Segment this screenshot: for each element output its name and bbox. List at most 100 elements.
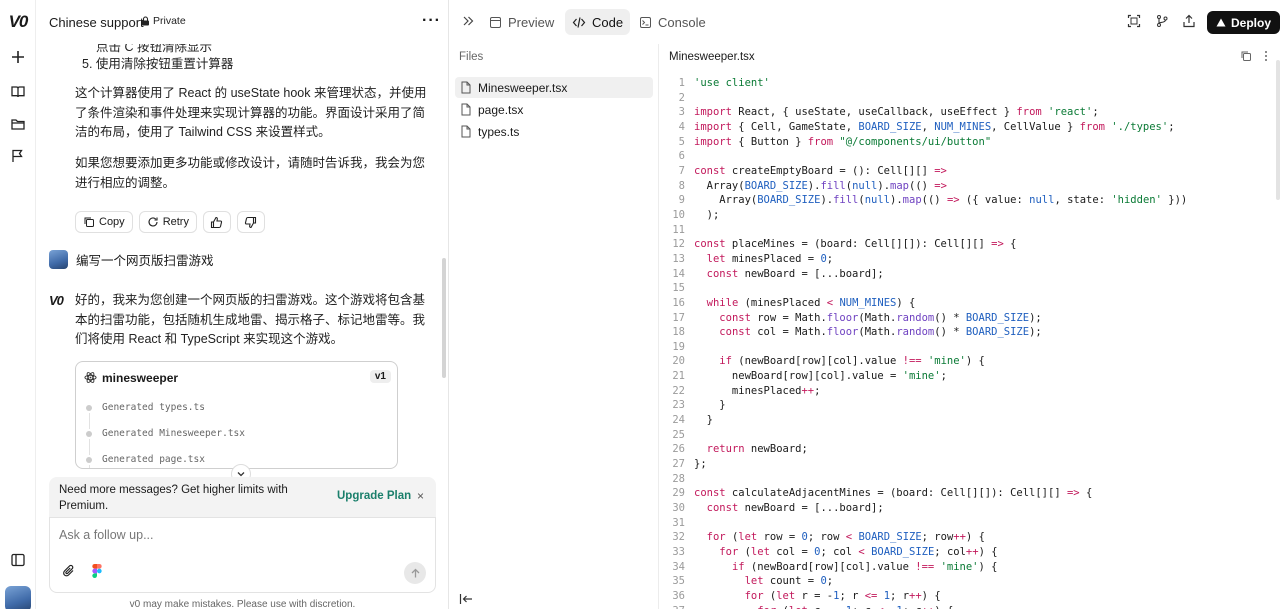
git-branch-icon[interactable] — [1155, 14, 1169, 31]
line-number: 6 — [678, 150, 685, 163]
line-number: 20 — [672, 355, 685, 368]
figma-icon[interactable] — [92, 564, 102, 581]
tab-console-label: Console — [658, 14, 706, 30]
v0-logo[interactable]: V0 — [4, 12, 32, 32]
code-text: const newBoard = [...board]; — [706, 267, 884, 280]
line-number: 18 — [672, 326, 685, 339]
code-line: 22 minesPlaced++; — [660, 384, 1187, 399]
thumbs-up-icon — [211, 216, 223, 228]
copy-label: Copy — [99, 216, 125, 228]
thumbs-down-button[interactable] — [236, 211, 265, 233]
terminal-icon — [640, 16, 651, 28]
line-number: 33 — [672, 546, 685, 558]
code-line: 28 — [660, 472, 1187, 487]
file-item-types[interactable]: types.ts — [455, 121, 653, 142]
tab-preview-label: Preview — [508, 14, 555, 30]
paperclip-icon[interactable] — [62, 564, 76, 581]
line-number: 10 — [672, 208, 685, 221]
tab-code[interactable]: Code — [565, 9, 631, 35]
code-text: const placeMines = (board: Cell[][]): Ce… — [694, 238, 1017, 251]
retry-label: Retry — [162, 216, 189, 228]
copy-button[interactable]: Copy — [75, 211, 133, 233]
thumbs-up-button[interactable] — [202, 211, 231, 233]
code-line: 14 const newBoard = [...board]; — [660, 267, 1187, 282]
code-line: 35 let count = 0; — [660, 574, 1187, 589]
file-explorer: Files Minesweeper.tsx page.tsx types.ts — [449, 44, 659, 609]
retry-button[interactable]: Retry — [138, 211, 197, 233]
flag-icon[interactable] — [6, 144, 30, 168]
sidebar-icon[interactable] — [6, 548, 30, 572]
line-number: 12 — [672, 238, 685, 251]
file-item-minesweeper[interactable]: Minesweeper.tsx — [455, 77, 653, 98]
user-avatar[interactable] — [5, 586, 31, 609]
user-message: 编写一个网页版扫雷游戏 — [76, 254, 214, 268]
generation-card[interactable]: minesweeper v1 Generated types.ts Genera… — [75, 361, 398, 469]
code-text: for (let r = -1; r <= 1; r++) { — [744, 589, 941, 602]
copy-code-icon[interactable] — [1240, 50, 1252, 65]
code-text: Array(BOARD_SIZE).fill(null).map(() => (… — [694, 194, 1188, 207]
line-number: 23 — [672, 399, 685, 412]
code-line: 33 for (let col = 0; col < BOARD_SIZE; c… — [660, 545, 1187, 560]
send-button[interactable] — [404, 562, 426, 584]
share-icon[interactable] — [1182, 14, 1196, 31]
upsell-banner: Need more messages? Get higher limits wi… — [49, 477, 436, 517]
line-number: 7 — [678, 164, 685, 177]
line-number: 19 — [672, 340, 685, 353]
follow-up-input[interactable] — [59, 528, 419, 542]
upgrade-plan-link[interactable]: Upgrade Plan — [337, 490, 411, 502]
expand-chevrons-icon[interactable] — [461, 14, 475, 31]
react-icon — [84, 372, 97, 383]
more-icon[interactable]: ··· — [422, 12, 441, 30]
assistant-logo: V0 — [49, 293, 64, 308]
collapse-panel-icon[interactable] — [459, 593, 473, 608]
tab-preview[interactable]: Preview — [482, 9, 561, 35]
plus-icon[interactable] — [6, 45, 30, 69]
chat-title[interactable]: Chinese support — [49, 15, 144, 30]
line-number: 5 — [678, 135, 685, 148]
deploy-button[interactable]: Deploy — [1207, 11, 1280, 34]
card-title: minesweeper — [102, 371, 179, 385]
chat-scrollbar[interactable] — [442, 258, 446, 378]
code-line: 8 Array(BOARD_SIZE).fill(null).map(() => — [660, 179, 1187, 194]
close-icon[interactable]: × — [417, 489, 424, 503]
left-rail: V0 — [0, 0, 36, 609]
chat-panel: Chinese support Private ··· 点击 C 按钮清除显示 … — [36, 0, 449, 609]
code-line: 23 } — [660, 398, 1187, 413]
line-number: 35 — [672, 575, 685, 588]
code-line: 24 } — [660, 413, 1187, 428]
file-icon — [461, 81, 471, 94]
triangle-icon — [1216, 18, 1226, 27]
code-line: 30 const newBoard = [...board]; — [660, 501, 1187, 516]
version-badge[interactable]: v1 — [369, 370, 391, 383]
device-frame-icon[interactable] — [1127, 14, 1141, 31]
code-line: 2 — [660, 91, 1187, 106]
files-heading: Files — [459, 51, 484, 63]
more-vertical-icon[interactable] — [1264, 50, 1268, 65]
line-number: 27 — [672, 458, 685, 471]
chat-input-box — [49, 517, 436, 593]
line-number: 13 — [672, 252, 685, 265]
code-line: 25 — [660, 428, 1187, 443]
code-line: 12 const placeMines = (board: Cell[][]): … — [660, 237, 1187, 252]
editor-scrollbar[interactable] — [1276, 60, 1280, 200]
file-item-page[interactable]: page.tsx — [455, 99, 653, 120]
code-content[interactable]: 1'use client' 2 3 import React, { useState,… — [660, 76, 1187, 609]
line-number: 30 — [672, 502, 685, 515]
code-text: if (newBoard[row][col].value !== 'mine')… — [731, 560, 998, 573]
code-line: 15 — [660, 281, 1187, 296]
tab-console[interactable]: Console — [632, 9, 713, 35]
editor-filename: Minesweeper.tsx — [669, 51, 755, 63]
window-icon — [490, 16, 501, 28]
book-icon[interactable] — [6, 80, 30, 104]
line-number: 36 — [672, 589, 685, 602]
upsell-text: Need more messages? Get higher limits wi… — [59, 484, 288, 512]
code-text: return newBoard; — [706, 443, 808, 456]
folder-icon[interactable] — [6, 112, 30, 136]
line-number: 22 — [672, 384, 685, 397]
line-number: 25 — [672, 428, 685, 441]
arrow-up-icon — [411, 568, 419, 577]
deploy-label: Deploy — [1230, 15, 1271, 30]
code-line: 27}; — [660, 457, 1187, 472]
code-line: 11 — [660, 223, 1187, 238]
code-text: import { Button } from "@/components/ui/… — [694, 135, 992, 148]
